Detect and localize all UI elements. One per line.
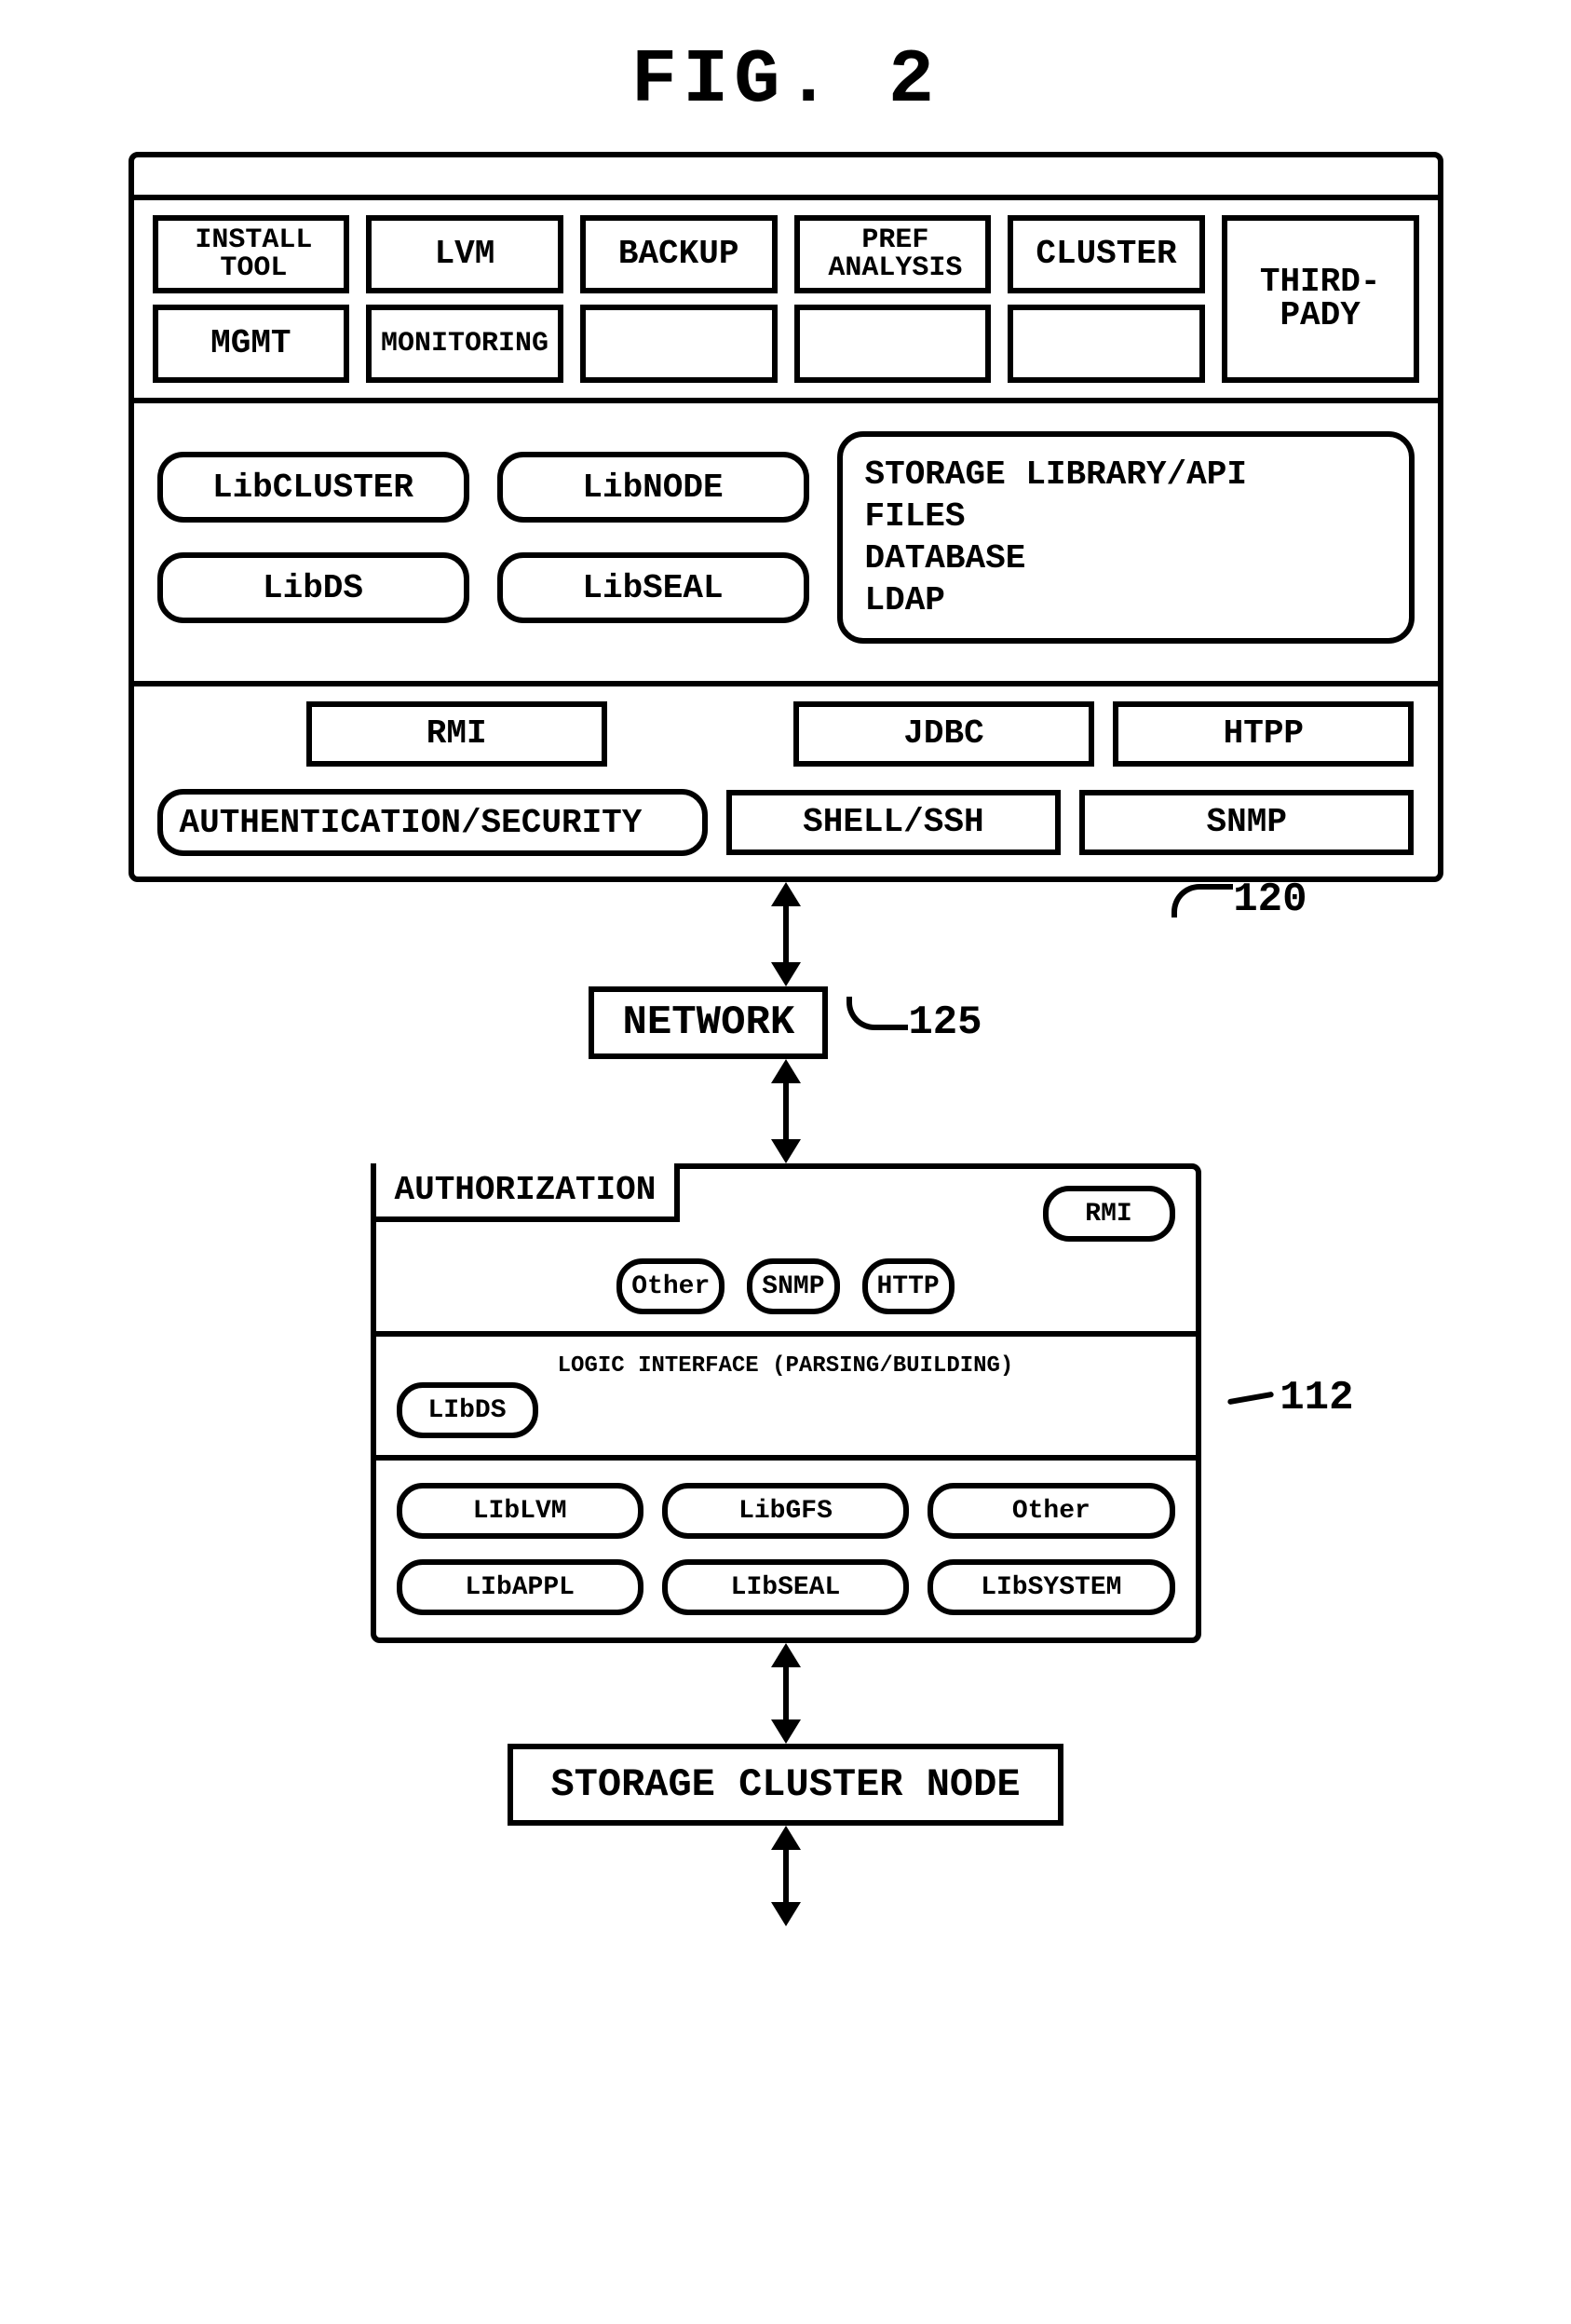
arrow-mid-footer bbox=[771, 1643, 801, 1744]
lib-lvm: LIbLVM bbox=[397, 1483, 643, 1539]
proto-rmi: RMI bbox=[306, 701, 607, 767]
network-row: NETWORK 125 bbox=[589, 986, 982, 1059]
title-strip bbox=[134, 157, 1438, 200]
tool-cluster: CLUSTER bbox=[1008, 215, 1205, 293]
lib-seal: LibSEAL bbox=[497, 552, 809, 623]
tool-empty-3 bbox=[1008, 305, 1205, 383]
lib-other: Other bbox=[928, 1483, 1174, 1539]
label-125: 125 bbox=[908, 999, 982, 1046]
auth-other: Other bbox=[616, 1258, 725, 1314]
storage-cluster-node: STORAGE CLUSTER NODE bbox=[508, 1744, 1063, 1826]
tool-third-party: THIRD-PADY bbox=[1222, 215, 1419, 383]
network-box: NETWORK bbox=[589, 986, 828, 1059]
auth-http: HTTP bbox=[862, 1258, 955, 1314]
lib-section: LibCLUSTER LibNODE LibDS LibSEAL STORAGE… bbox=[134, 403, 1438, 686]
tool-pref-analysis: PREF ANALYSIS bbox=[794, 215, 992, 293]
auth-security: AUTHENTICATION/SECURITY bbox=[157, 789, 708, 856]
lib-system: LIbSYSTEM bbox=[928, 1559, 1174, 1615]
auth-rmi: RMI bbox=[1043, 1186, 1175, 1242]
protocol-row-2: AUTHENTICATION/SECURITY SHELL/SSH SNMP bbox=[134, 781, 1438, 877]
lib-node: LibNODE bbox=[497, 452, 809, 523]
label-120: 120 bbox=[1233, 877, 1307, 923]
proto-http: HTPP bbox=[1113, 701, 1414, 767]
lib-appl: LIbAPPL bbox=[397, 1559, 643, 1615]
mid-lib-section: LIbLVM LibGFS Other LIbAPPL LIbSEAL LIbS… bbox=[376, 1461, 1196, 1638]
lib-cluster: LibCLUSTER bbox=[157, 452, 469, 523]
lib-ds: LibDS bbox=[157, 552, 469, 623]
storage-library-api: STORAGE LIBRARY/API FILES DATABASE LDAP bbox=[837, 431, 1415, 644]
logic-interface-section: LOGIC INTERFACE (PARSING/BUILDING) LIbDS bbox=[376, 1337, 1196, 1461]
tool-monitoring: MONITORING bbox=[366, 305, 563, 383]
client-block: INSTALL TOOL LVM BACKUP PREF ANALYSIS CL… bbox=[129, 152, 1443, 882]
tool-lvm: LVM bbox=[366, 215, 563, 293]
proto-jdbc: JDBC bbox=[793, 701, 1094, 767]
lib-left-grid: LibCLUSTER LibNODE LibDS LibSEAL bbox=[157, 452, 809, 623]
figure-title: FIG. 2 bbox=[631, 37, 940, 124]
tool-empty-1 bbox=[580, 305, 778, 383]
arrow-network-mid bbox=[771, 1059, 801, 1163]
auth-pill-row: Other SNMP HTTP bbox=[397, 1258, 1175, 1314]
proto-shell-ssh: SHELL/SSH bbox=[726, 790, 1061, 855]
tools-grid: INSTALL TOOL LVM BACKUP PREF ANALYSIS CL… bbox=[134, 200, 1438, 403]
server-block: 112 AUTHORIZATION RMI Other SNMP HTTP LO… bbox=[371, 1163, 1201, 1643]
label-112-wrap: 112 bbox=[1227, 1375, 1353, 1421]
proto-snmp: SNMP bbox=[1079, 790, 1414, 855]
tool-backup: BACKUP bbox=[580, 215, 778, 293]
lib-seal-2: LIbSEAL bbox=[662, 1559, 909, 1615]
authorization-section: AUTHORIZATION RMI Other SNMP HTTP bbox=[376, 1169, 1196, 1337]
protocol-row-1: RMI JDBC HTPP bbox=[134, 686, 1438, 781]
lib-gfs: LibGFS bbox=[662, 1483, 909, 1539]
logic-interface-label: LOGIC INTERFACE (PARSING/BUILDING) bbox=[397, 1353, 1175, 1379]
tool-install: INSTALL TOOL bbox=[153, 215, 350, 293]
authorization-label: AUTHORIZATION bbox=[371, 1163, 681, 1222]
label-112: 112 bbox=[1280, 1375, 1353, 1421]
auth-snmp: SNMP bbox=[747, 1258, 839, 1314]
arrow-footer-down bbox=[771, 1826, 801, 1926]
arrow-top-network bbox=[771, 882, 801, 986]
logic-libds: LIbDS bbox=[397, 1382, 538, 1438]
tool-empty-2 bbox=[794, 305, 992, 383]
tool-mgmt: MGMT bbox=[153, 305, 350, 383]
